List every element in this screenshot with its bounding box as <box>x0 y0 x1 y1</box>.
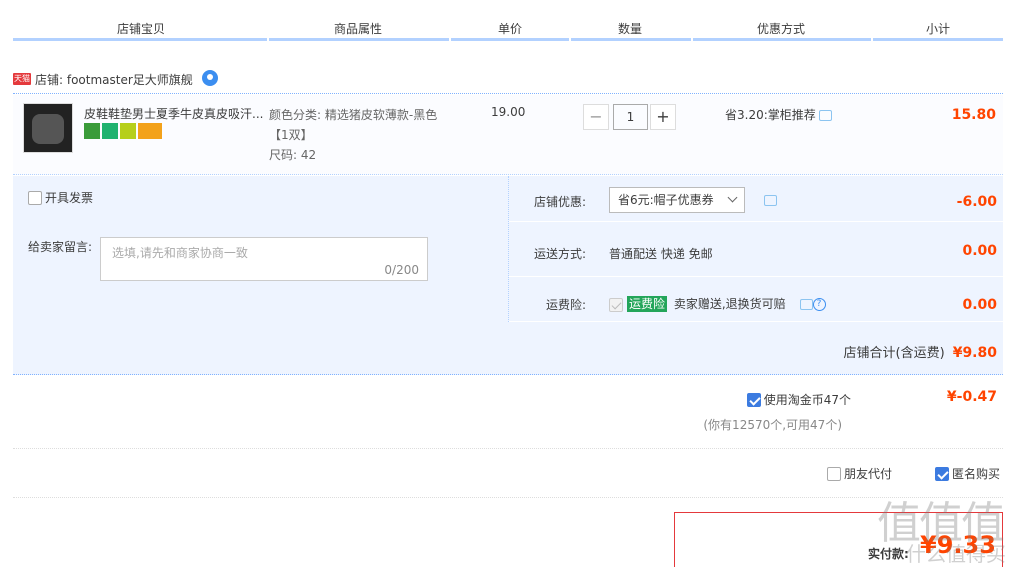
shipping-amount: 0.00 <box>962 243 997 259</box>
use-coins-label: 使用淘金币47个 <box>763 393 851 407</box>
insurance-tag: 运费险 <box>627 296 668 312</box>
comment-icon[interactable] <box>818 110 832 121</box>
guarantee-icon <box>120 123 136 139</box>
use-coins-option[interactable]: 使用淘金币47个 <box>746 391 851 408</box>
shop-coupon-label: 店铺优惠: <box>533 195 586 209</box>
coins-amount: ¥-0.47 <box>946 389 997 405</box>
help-icon[interactable]: ? <box>812 298 826 311</box>
unit-price: 19.00 <box>491 105 526 119</box>
column-header-quantity: 数量 <box>617 22 642 36</box>
product-title-link[interactable]: 皮鞋鞋垫男士夏季牛皮真皮吸汗... <box>84 105 264 122</box>
item-discount: 省3.20:掌柜推荐 <box>725 106 832 123</box>
friend-pay-checkbox[interactable] <box>827 466 841 481</box>
attr-color: 颜色分类: 精选猪皮软薄款-黑色 <box>269 108 438 122</box>
column-header-attributes: 商品属性 <box>333 22 382 36</box>
header-underline <box>873 38 1003 41</box>
payment-options: 朋友代付 匿名购买 <box>13 450 1003 498</box>
insurance-label: 运费险: <box>545 298 586 312</box>
friend-pay-option[interactable]: 朋友代付 <box>827 465 892 482</box>
seven-day-return-icon <box>102 123 118 139</box>
order-options-right: 店铺优惠: 省6元:帽子优惠券 -6.00 运送方式: 普通配送 快递 免邮 0… <box>508 176 1004 322</box>
message-label: 给卖家留言: <box>28 240 93 254</box>
invoice-option[interactable]: 开具发票 <box>28 189 93 206</box>
quantity-input[interactable]: 1 <box>613 104 648 130</box>
column-header-unit-price: 单价 <box>497 22 522 36</box>
coins-available-note: (你有12570个,可用47个) <box>703 418 842 432</box>
product-thumbnail[interactable] <box>23 103 73 153</box>
shipping-label: 运送方式: <box>533 247 586 261</box>
message-char-count: 0/200 <box>384 263 419 277</box>
seller-message-textarea[interactable]: 选填,请先和商家协商一致 0/200 <box>100 237 428 281</box>
order-item-row: 皮鞋鞋垫男士夏季牛皮真皮吸汗... 颜色分类: 精选猪皮软薄款-黑色 【1双】 … <box>13 95 1003 175</box>
insurance-text: 卖家赠送,退换货可赔 <box>673 297 786 311</box>
wangwang-chat-icon[interactable] <box>202 70 218 86</box>
column-header-shop-item: 店铺宝贝 <box>116 22 165 36</box>
shipping-row: 运送方式: 普通配送 快递 免邮 0.00 <box>509 223 1004 277</box>
order-options-left: 开具发票 给卖家留言: 选填,请先和商家协商一致 0/200 <box>13 176 508 322</box>
shop-coupon-amount: -6.00 <box>956 194 997 210</box>
service-icons <box>84 123 164 139</box>
header-underline <box>13 38 267 41</box>
message-placeholder: 选填,请先和商家协商一致 <box>112 246 248 260</box>
order-options: 开具发票 给卖家留言: 选填,请先和商家协商一致 0/200 店铺优惠: 省6元… <box>13 176 1004 375</box>
shop-total-value: ¥9.80 <box>952 345 997 361</box>
anonymous-label: 匿名购买 <box>952 467 1001 481</box>
credit-card-icon <box>138 123 162 139</box>
insurance-option: 运费险 卖家赠送,退换货可赔 ? <box>609 295 826 312</box>
attr-size: 尺码: 42 <box>269 148 317 162</box>
item-discount-text: 省3.20:掌柜推荐 <box>725 108 816 122</box>
anonymous-checkbox[interactable] <box>935 466 949 481</box>
item-subtotal: 15.80 <box>951 107 996 123</box>
insurance-checkbox <box>609 297 623 312</box>
column-header-subtotal: 小计 <box>925 22 950 36</box>
quantity-increase-button[interactable]: + <box>650 104 676 130</box>
watermark-text: 什么值得买 <box>906 542 1006 566</box>
use-coins-checkbox[interactable] <box>746 392 761 407</box>
chevron-down-icon <box>727 192 738 203</box>
invoice-label: 开具发票 <box>45 191 94 205</box>
header-underline <box>451 38 569 41</box>
header-underline <box>571 38 691 41</box>
friend-pay-label: 朋友代付 <box>844 467 893 481</box>
comment-icon[interactable] <box>764 195 777 206</box>
shop-total-label: 店铺合计(含运费) <box>843 346 945 361</box>
column-header-discount: 优惠方式 <box>756 22 805 36</box>
invoice-checkbox[interactable] <box>28 190 42 205</box>
shop-coupon-select[interactable]: 省6元:帽子优惠券 <box>609 187 745 213</box>
header-underline <box>269 38 449 41</box>
insurance-row: 运费险: 运费险 卖家赠送,退换货可赔 ? 0.00 <box>509 278 1004 322</box>
order-table-header: 店铺宝贝 商品属性 单价 数量 优惠方式 小计 <box>13 0 1003 42</box>
tmall-service-icon <box>84 123 100 139</box>
attr-pack: 【1双】 <box>269 128 313 142</box>
shipping-method: 普通配送 快递 免邮 <box>609 247 713 261</box>
shop-name-link[interactable]: 店铺: footmaster足大师旗舰 <box>35 71 193 88</box>
insurance-amount: 0.00 <box>962 297 997 313</box>
shop-header: 天猫 店铺: footmaster足大师旗舰 <box>13 70 1003 94</box>
quantity-decrease-button[interactable]: − <box>583 104 609 130</box>
coin-deduction: 使用淘金币47个 (你有12570个,可用47个) ¥-0.47 <box>13 376 1003 449</box>
anonymous-option[interactable]: 匿名购买 <box>935 465 1000 482</box>
tmall-badge: 天猫 <box>13 73 31 85</box>
product-attributes: 颜色分类: 精选猪皮软薄款-黑色 【1双】 尺码: 42 <box>269 105 459 165</box>
shop-coupon-row: 店铺优惠: 省6元:帽子优惠券 -6.00 <box>509 176 1004 222</box>
shop-coupon-value: 省6元:帽子优惠券 <box>618 193 714 207</box>
shop-total: 店铺合计(含运费) ¥9.80 <box>844 342 997 361</box>
header-underline <box>693 38 871 41</box>
comment-icon[interactable] <box>799 299 813 310</box>
